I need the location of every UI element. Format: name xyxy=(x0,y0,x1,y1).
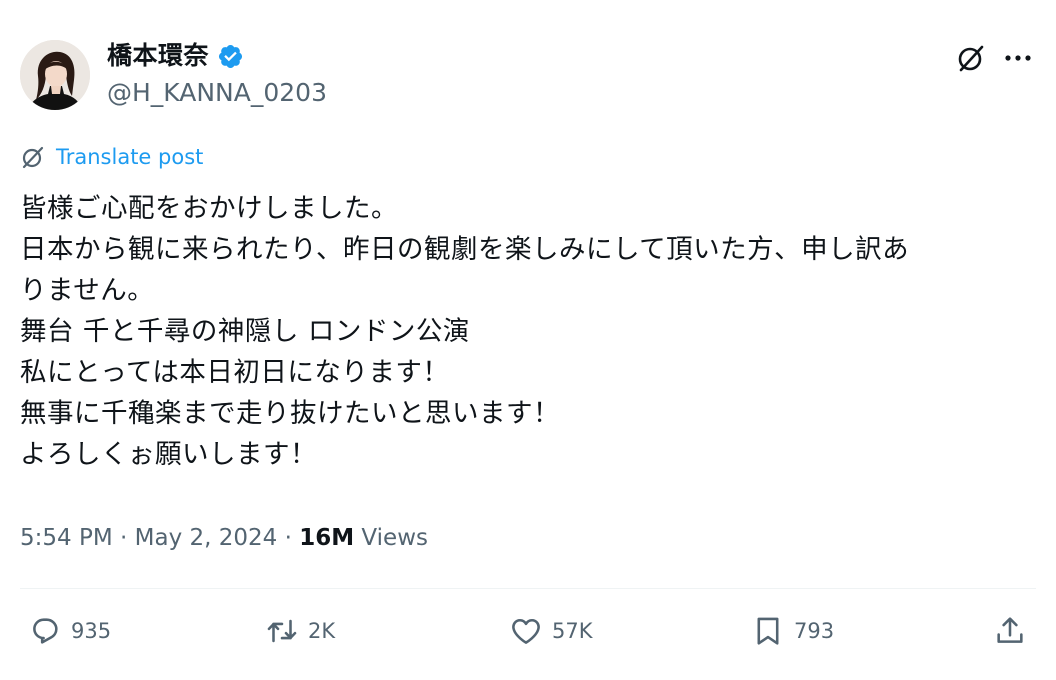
translate-post-link[interactable]: Translate post xyxy=(20,143,203,171)
views-label: Views xyxy=(354,525,428,551)
translate-icon xyxy=(22,146,44,169)
author-name-row[interactable]: 橋本環奈 xyxy=(107,40,244,72)
tweet-card: 橋本環奈 @H_KANNA_0203 Translate post 皆様ご心配を… xyxy=(0,0,1056,680)
avatar[interactable] xyxy=(20,40,90,110)
heart-icon xyxy=(512,618,540,644)
reply-icon xyxy=(33,618,58,644)
bookmark-count: 793 xyxy=(794,619,835,643)
verified-badge-icon[interactable] xyxy=(217,43,244,70)
post-line: 皆様ご心配をおかけしました。 xyxy=(20,193,398,224)
translate-label: Translate post xyxy=(56,145,204,169)
more-options-icon[interactable] xyxy=(1000,40,1036,76)
meta-separator: · xyxy=(112,525,135,551)
bookmark-icon xyxy=(757,617,779,645)
reply-count: 935 xyxy=(71,619,112,643)
post-line: よろしくぉ願いします！ xyxy=(20,439,317,470)
grok-icon[interactable] xyxy=(953,40,989,76)
bookmark-button[interactable]: 793 xyxy=(751,608,834,654)
post-line: りません。 xyxy=(20,275,155,306)
action-bar: 935 2K 57K 793 xyxy=(0,608,1056,654)
post-line: 無事に千穐楽まで走り抜けたいと思います！ xyxy=(20,398,560,429)
post-line: 舞台 千と千尋の神隠し ロンドン公演 xyxy=(20,316,470,347)
share-button[interactable] xyxy=(993,608,1027,654)
display-name[interactable]: 橋本環奈 xyxy=(107,40,209,72)
like-count: 57K xyxy=(552,619,593,643)
post-meta: 5:54 PM · May 2, 2024 · 16M Views xyxy=(20,522,428,554)
post-date[interactable]: May 2, 2024 xyxy=(135,525,278,551)
share-icon xyxy=(997,617,1023,643)
post-time[interactable]: 5:54 PM xyxy=(20,525,113,551)
reply-button[interactable]: 935 xyxy=(28,608,111,654)
repost-count: 2K xyxy=(308,619,336,643)
author-handle[interactable]: @H_KANNA_0203 xyxy=(107,77,327,109)
divider xyxy=(20,588,1036,589)
post-text: 皆様ご心配をおかけしました。 日本から観に来られたり、昨日の観劇を楽しみにして頂… xyxy=(20,188,1040,475)
post-line: 日本から観に来られたり、昨日の観劇を楽しみにして頂いた方、申し訳あ xyxy=(20,234,910,265)
repost-icon xyxy=(267,619,297,643)
repost-button[interactable]: 2K xyxy=(265,608,335,654)
like-button[interactable]: 57K xyxy=(509,608,593,654)
post-line: 私にとっては本日初日になります！ xyxy=(20,357,450,388)
meta-separator: · xyxy=(277,525,300,551)
views-count: 16M xyxy=(299,525,355,551)
